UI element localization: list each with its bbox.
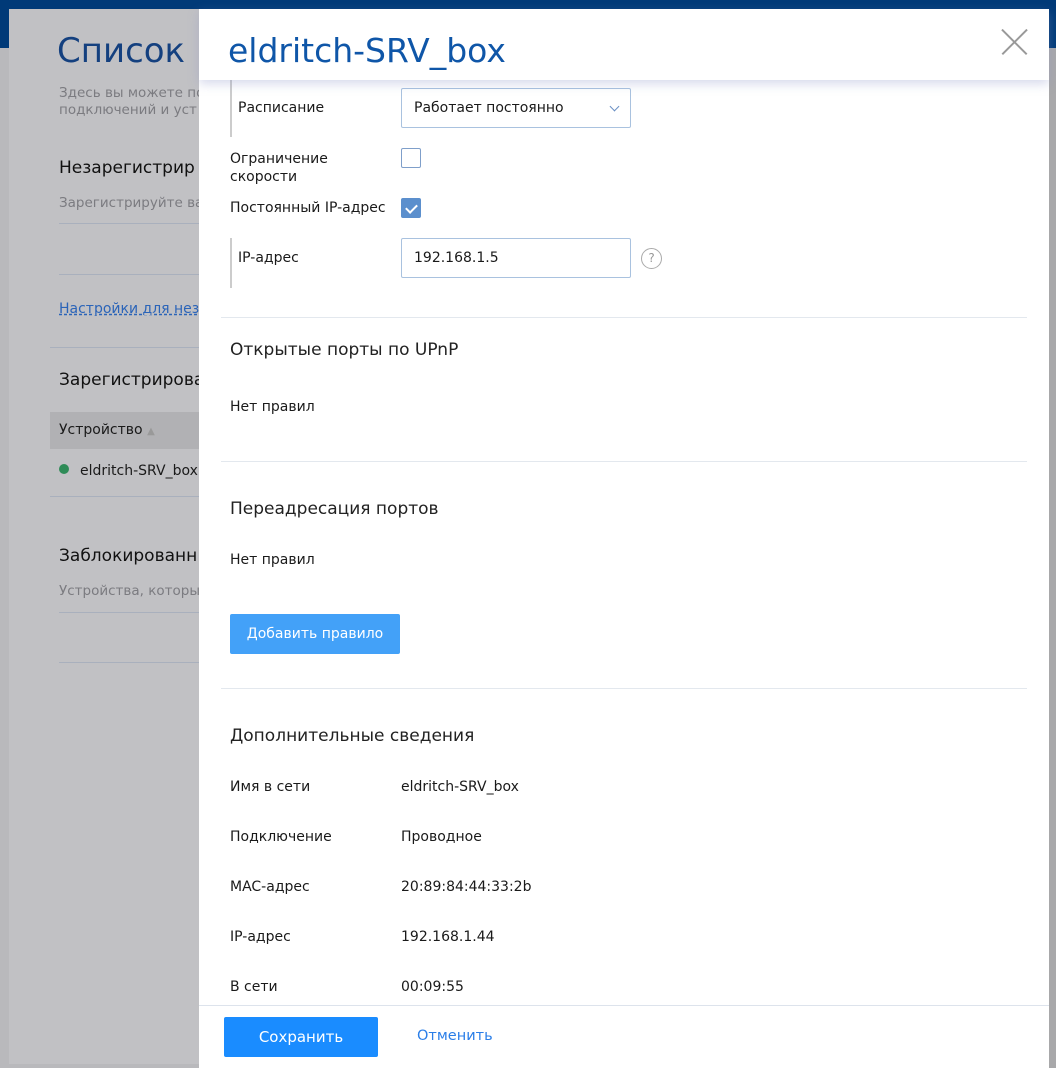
upnp-heading: Открытые порты по UPnP — [230, 340, 459, 360]
desc-line: Здесь вы можете по — [59, 85, 205, 101]
divider — [221, 688, 1027, 689]
info-value: 20:89:84:44:33:2b — [401, 879, 532, 895]
forwarding-empty: Нет правил — [230, 552, 315, 568]
blocked-subtitle: Устройства, которы — [59, 583, 200, 599]
chevron-down-icon — [609, 101, 620, 112]
ip-label: IP-адрес — [238, 250, 299, 266]
modal-footer: Сохранить Отменить — [199, 1005, 1049, 1068]
sort-up-icon: ▲ — [147, 426, 155, 437]
divider — [50, 347, 210, 348]
unregistered-settings-link[interactable]: Настройки для неза — [59, 301, 208, 317]
group-indicator — [230, 238, 232, 288]
unregistered-heading: Незарегистрир — [59, 158, 195, 178]
divider — [221, 317, 1027, 318]
online-status-icon — [59, 464, 69, 474]
schedule-value: Работает постоянно — [414, 100, 564, 116]
group-indicator — [230, 79, 232, 137]
device-name[interactable]: eldritch-SRV_box — [80, 463, 198, 479]
upnp-empty: Нет правил — [230, 399, 315, 415]
info-value: 192.168.1.44 — [401, 929, 495, 945]
info-label: В сети — [230, 979, 278, 995]
divider — [59, 274, 219, 275]
page-title: Список — [57, 31, 186, 71]
forwarding-heading: Переадресация портов — [230, 499, 439, 519]
info-value: 00:09:55 — [401, 979, 464, 995]
divider — [50, 496, 210, 497]
schedule-label: Расписание — [238, 100, 325, 116]
close-icon[interactable] — [1001, 29, 1027, 55]
registered-heading: Зарегистрирова — [59, 370, 205, 390]
unregistered-subtitle: Зарегистрируйте ва — [59, 195, 204, 211]
speed-limit-checkbox[interactable] — [401, 148, 421, 168]
info-heading: Дополнительные сведения — [230, 726, 475, 746]
page-description: Здесь вы можете по подключений и уст — [59, 85, 204, 119]
info-value: eldritch-SRV_box — [401, 779, 519, 795]
label-line: скорости — [230, 169, 298, 185]
ip-input[interactable]: 192.168.1.5 — [401, 238, 631, 278]
static-ip-label: Постоянный IP-адрес — [230, 200, 386, 216]
add-rule-button[interactable]: Добавить правило — [230, 614, 400, 654]
info-value: Проводное — [401, 829, 482, 845]
desc-line: подключений и уст — [59, 102, 197, 118]
schedule-select[interactable]: Работает постоянно — [401, 88, 631, 128]
divider — [221, 461, 1027, 462]
label-line: Ограничение — [230, 151, 328, 167]
speed-limit-label: Ограничение скорости — [230, 150, 328, 186]
info-label: Имя в сети — [230, 779, 311, 795]
divider — [59, 223, 219, 224]
scrollbar[interactable] — [1049, 48, 1056, 1068]
info-label: IP-адрес — [230, 929, 291, 945]
help-icon[interactable]: ? — [641, 248, 662, 269]
info-label: MAC-адрес — [230, 879, 310, 895]
blocked-heading: Заблокированн — [59, 546, 198, 566]
modal-header: eldritch-SRV_box — [199, 9, 1049, 80]
static-ip-checkbox[interactable] — [401, 198, 421, 218]
divider — [59, 662, 219, 663]
divider — [59, 612, 219, 613]
device-modal: eldritch-SRV_box Расписание Работает пос… — [199, 9, 1049, 1068]
modal-title: eldritch-SRV_box — [228, 31, 506, 70]
info-label: Подключение — [230, 829, 332, 845]
save-button[interactable]: Сохранить — [224, 1017, 378, 1057]
column-device[interactable]: Устройство ▲ — [59, 422, 155, 438]
column-label: Устройство — [59, 422, 143, 438]
cancel-button[interactable]: Отменить — [417, 1028, 493, 1044]
